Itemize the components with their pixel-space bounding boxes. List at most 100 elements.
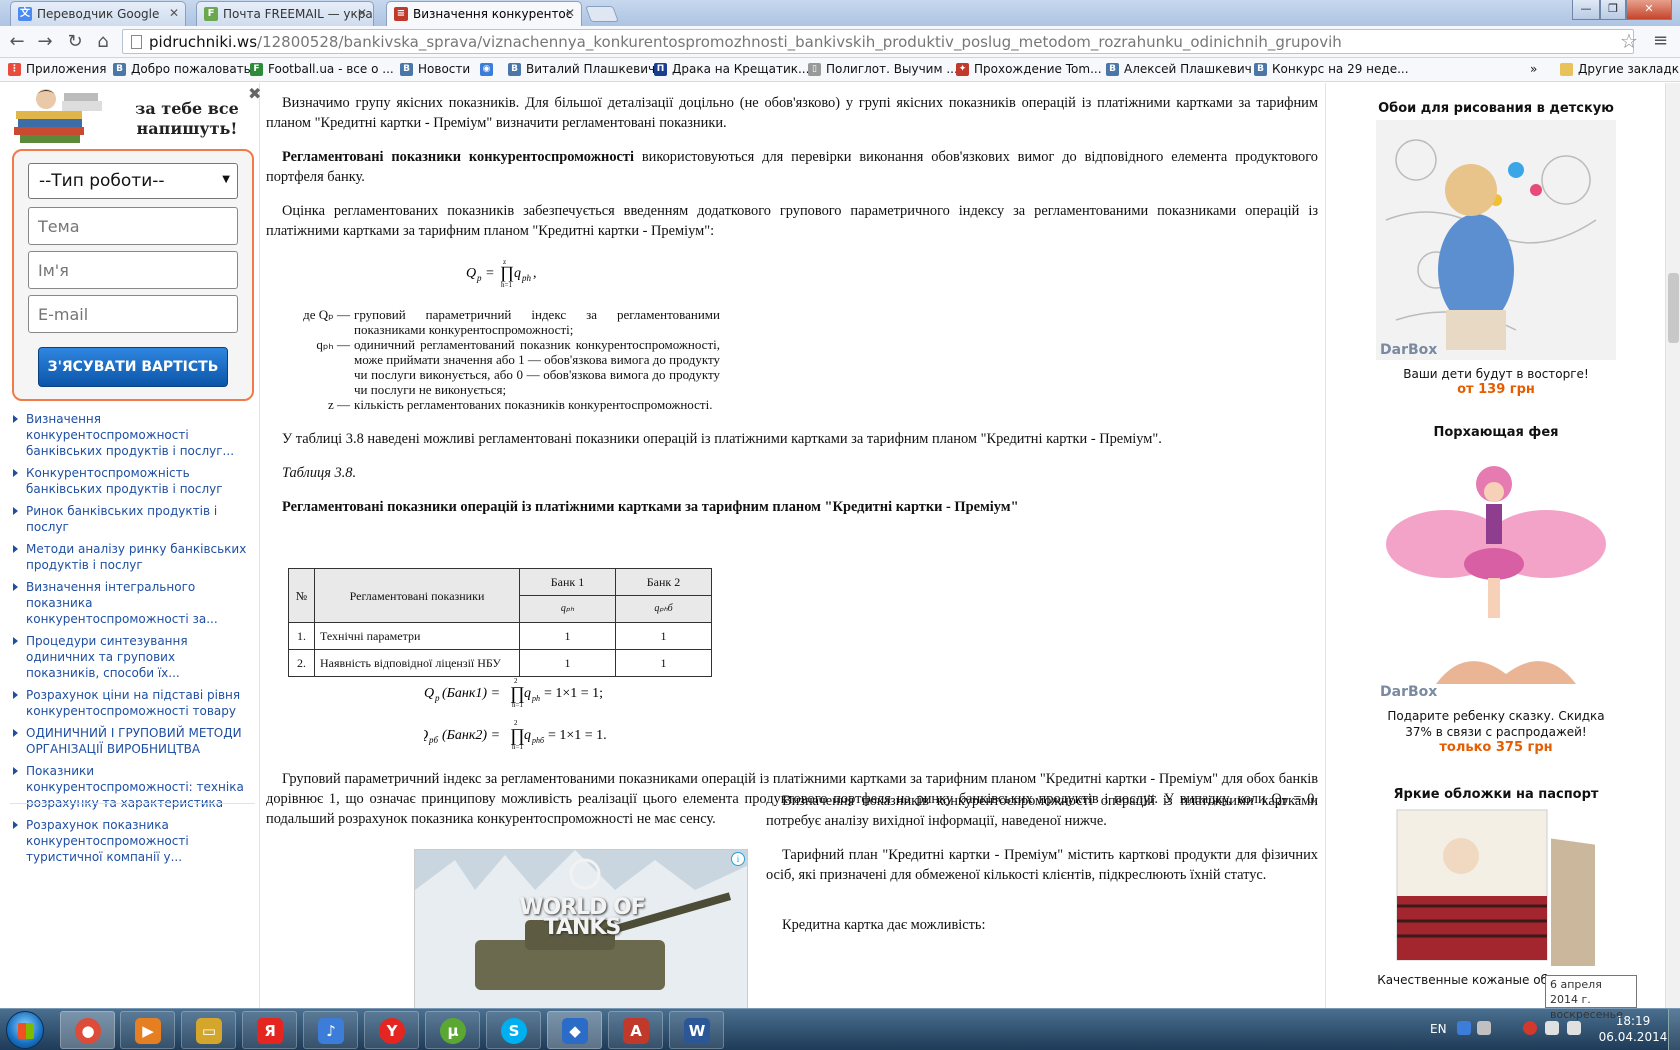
help-icon[interactable]	[1457, 1021, 1471, 1035]
close-icon[interactable]: ✕	[565, 6, 575, 20]
volume-icon[interactable]	[1567, 1021, 1581, 1035]
related-link[interactable]: Ринок банківських продуктів і послуг	[12, 503, 252, 535]
other-bookmarks[interactable]: Другие закладки	[1560, 62, 1680, 76]
legend-symbol: z —	[327, 397, 350, 412]
svg-text:,: ,	[533, 266, 537, 281]
product-caption: Подарите ребенку сказку. Скидка 37% в св…	[1387, 709, 1605, 739]
forward-button[interactable]: →	[34, 31, 56, 53]
vk-icon: В	[113, 63, 126, 76]
tooltip-weekday: воскресенье	[1550, 1008, 1623, 1021]
related-link[interactable]: ОДИНИЧНИЙ І ГРУПОВИЙ МЕТОДИ ОРГАНІЗАЦІЇ …	[12, 725, 252, 757]
topic-input[interactable]	[28, 207, 238, 245]
tab-google-translate[interactable]: 文 Переводчик Google ✕	[10, 1, 186, 26]
taskbar-chrome[interactable]: ●	[60, 1011, 115, 1049]
window-close-button[interactable]: ✕	[1626, 0, 1672, 20]
taskbar-speaker[interactable]: ♪	[303, 1011, 358, 1049]
close-icon[interactable]: ✖	[248, 84, 261, 103]
football-icon: F	[250, 63, 263, 76]
tray-arrow-icon[interactable]	[1477, 1021, 1491, 1035]
product-ad[interactable]: Обои для рисования в детскую DarBox Ваши…	[1326, 101, 1666, 397]
product-image	[1391, 806, 1601, 985]
world-of-tanks-ad[interactable]: WORLD OF TANKS i	[414, 849, 748, 1008]
taskbar-explorer[interactable]: ▭	[181, 1011, 236, 1049]
network-icon[interactable]	[1545, 1021, 1559, 1035]
taskbar-word[interactable]: W	[669, 1011, 724, 1049]
bookmarks-overflow-button[interactable]: »	[1530, 62, 1537, 76]
bookmark-item[interactable]: В Добро пожаловать	[113, 62, 251, 76]
start-button[interactable]	[6, 1011, 44, 1049]
taskbar-media-player[interactable]: ▶	[120, 1011, 175, 1049]
email-input[interactable]	[28, 295, 238, 333]
related-link[interactable]: Методи аналізу ринку банківських продукт…	[12, 541, 252, 573]
table-cell: Технічні параметри	[314, 622, 520, 650]
svg-text:pб: pб	[428, 735, 439, 745]
name-input[interactable]	[28, 251, 238, 289]
browser-toolbar: ← → ↻ ⌂ pidruchniki.ws/12800528/bankivsk…	[0, 26, 1680, 58]
reload-button[interactable]: ↻	[64, 31, 86, 53]
taskbar-yandex-browser[interactable]: Y	[364, 1011, 419, 1049]
order-form: --Тип роботи-- ▼ З'ЯСУВАТИ ВАРТІСТЬ	[12, 149, 254, 401]
bookmark-item[interactable]: В Конкурс на 29 неде...	[1254, 62, 1409, 76]
bookmark-item[interactable]: В Алексей Плашкевич	[1106, 62, 1252, 76]
language-indicator[interactable]: EN	[1430, 1022, 1447, 1036]
taskbar-security[interactable]: ◆	[547, 1011, 602, 1049]
svg-text:h=1: h=1	[512, 743, 523, 751]
passport-cover-image	[1391, 806, 1601, 985]
taskbar-utorrent[interactable]: µ	[425, 1011, 480, 1049]
bookmark-apps[interactable]: ⋮ Приложения	[8, 62, 107, 76]
bookmark-star-icon[interactable]: ☆	[1620, 29, 1638, 53]
svg-text:q: q	[524, 686, 531, 701]
legend-description: груповий параметричний індекс за регламе…	[354, 307, 720, 337]
back-button[interactable]: ←	[6, 31, 28, 53]
scrollbar-thumb[interactable]	[1668, 273, 1679, 343]
tab-active-article[interactable]: ≡ Визначення конкурентос ✕	[386, 1, 582, 26]
student-books-illustration	[14, 89, 102, 143]
show-desktop-button[interactable]	[1668, 1009, 1680, 1050]
calc2-label: (Банк2) =	[442, 728, 500, 743]
bookmark-label: Football.ua - все о ...	[268, 62, 394, 76]
menu-icon[interactable]: ≡	[1653, 30, 1668, 51]
taskbar-skype[interactable]: S	[486, 1011, 541, 1049]
related-link[interactable]: Розрахунок показника конкурентоспроможно…	[12, 817, 252, 865]
tab-freemail[interactable]: F Почта FREEMAIL — укра ✕	[196, 1, 374, 26]
maximize-button[interactable]: ❐	[1600, 0, 1626, 20]
formula-bank-calculations: Q p (Банк1) = ∏ h=1 2 q ph = 1×1 = 1; Q …	[424, 677, 607, 751]
page-scrollbar[interactable]	[1665, 83, 1680, 1008]
related-link[interactable]: Визначення інтегрального показника конку…	[12, 579, 252, 627]
close-icon[interactable]: ✕	[357, 6, 367, 20]
bookmark-item[interactable]: П Драка на Крещатик...	[654, 62, 809, 76]
bookmark-item[interactable]: ✦ Прохождение Tom...	[956, 62, 1102, 76]
close-icon[interactable]: ✕	[169, 6, 179, 20]
product-ad[interactable]: Яркие обложки на паспорт Качественные ко…	[1326, 787, 1666, 988]
address-bar[interactable]: pidruchniki.ws/12800528/bankivska_sprava…	[122, 29, 1634, 54]
related-link[interactable]: Розрахунок ціни на підставі рівня конкур…	[12, 687, 252, 719]
bookmark-item[interactable]: В Виталий Плашкевич	[508, 62, 655, 76]
home-button[interactable]: ⌂	[92, 31, 114, 53]
antivirus-icon[interactable]	[1523, 1021, 1537, 1035]
related-link[interactable]: Визначення конкурентоспроможності банків…	[12, 411, 252, 459]
svg-text:Q: Q	[466, 266, 476, 281]
work-type-select[interactable]: --Тип роботи-- ▼	[28, 163, 238, 199]
taskbar-acrobat[interactable]: A	[608, 1011, 663, 1049]
related-link-label: Визначення конкурентоспроможності банків…	[26, 412, 235, 458]
bookmark-item[interactable]: F Football.ua - все о ...	[250, 62, 394, 76]
bookmark-label: Конкурс на 29 неде...	[1272, 62, 1409, 76]
related-link[interactable]: Конкурентоспроможність банківських проду…	[12, 465, 252, 497]
taskbar-yandex[interactable]: Я	[242, 1011, 297, 1049]
product-ad[interactable]: Порхающая фея DarBox Подарите ребенку ск…	[1326, 425, 1666, 755]
windows-logo-icon	[18, 1023, 34, 1039]
get-price-button[interactable]: З'ЯСУВАТИ ВАРТІСТЬ	[38, 347, 228, 387]
bookmark-item[interactable]: В Новости	[400, 62, 470, 76]
new-tab-button[interactable]	[585, 6, 619, 22]
calc1-label: (Банк1) =	[442, 686, 500, 701]
related-link[interactable]: Процедури синтезування одиничних та груп…	[12, 633, 252, 681]
yandex-icon: Я	[257, 1018, 283, 1044]
svg-text:∏: ∏	[510, 683, 525, 703]
bookmark-item[interactable]: ▯ Полиглот. Выучим ...	[808, 62, 958, 76]
minimize-button[interactable]: —	[1572, 0, 1600, 20]
bullet-icon	[13, 767, 18, 775]
promo-banner[interactable]: за тебе все напишуть! ✖	[10, 84, 261, 147]
svg-text:Q: Q	[424, 686, 434, 701]
screen: 文 Переводчик Google ✕ F Почта FREEMAIL —…	[0, 0, 1680, 1050]
adchoices-icon[interactable]: i	[731, 852, 745, 866]
